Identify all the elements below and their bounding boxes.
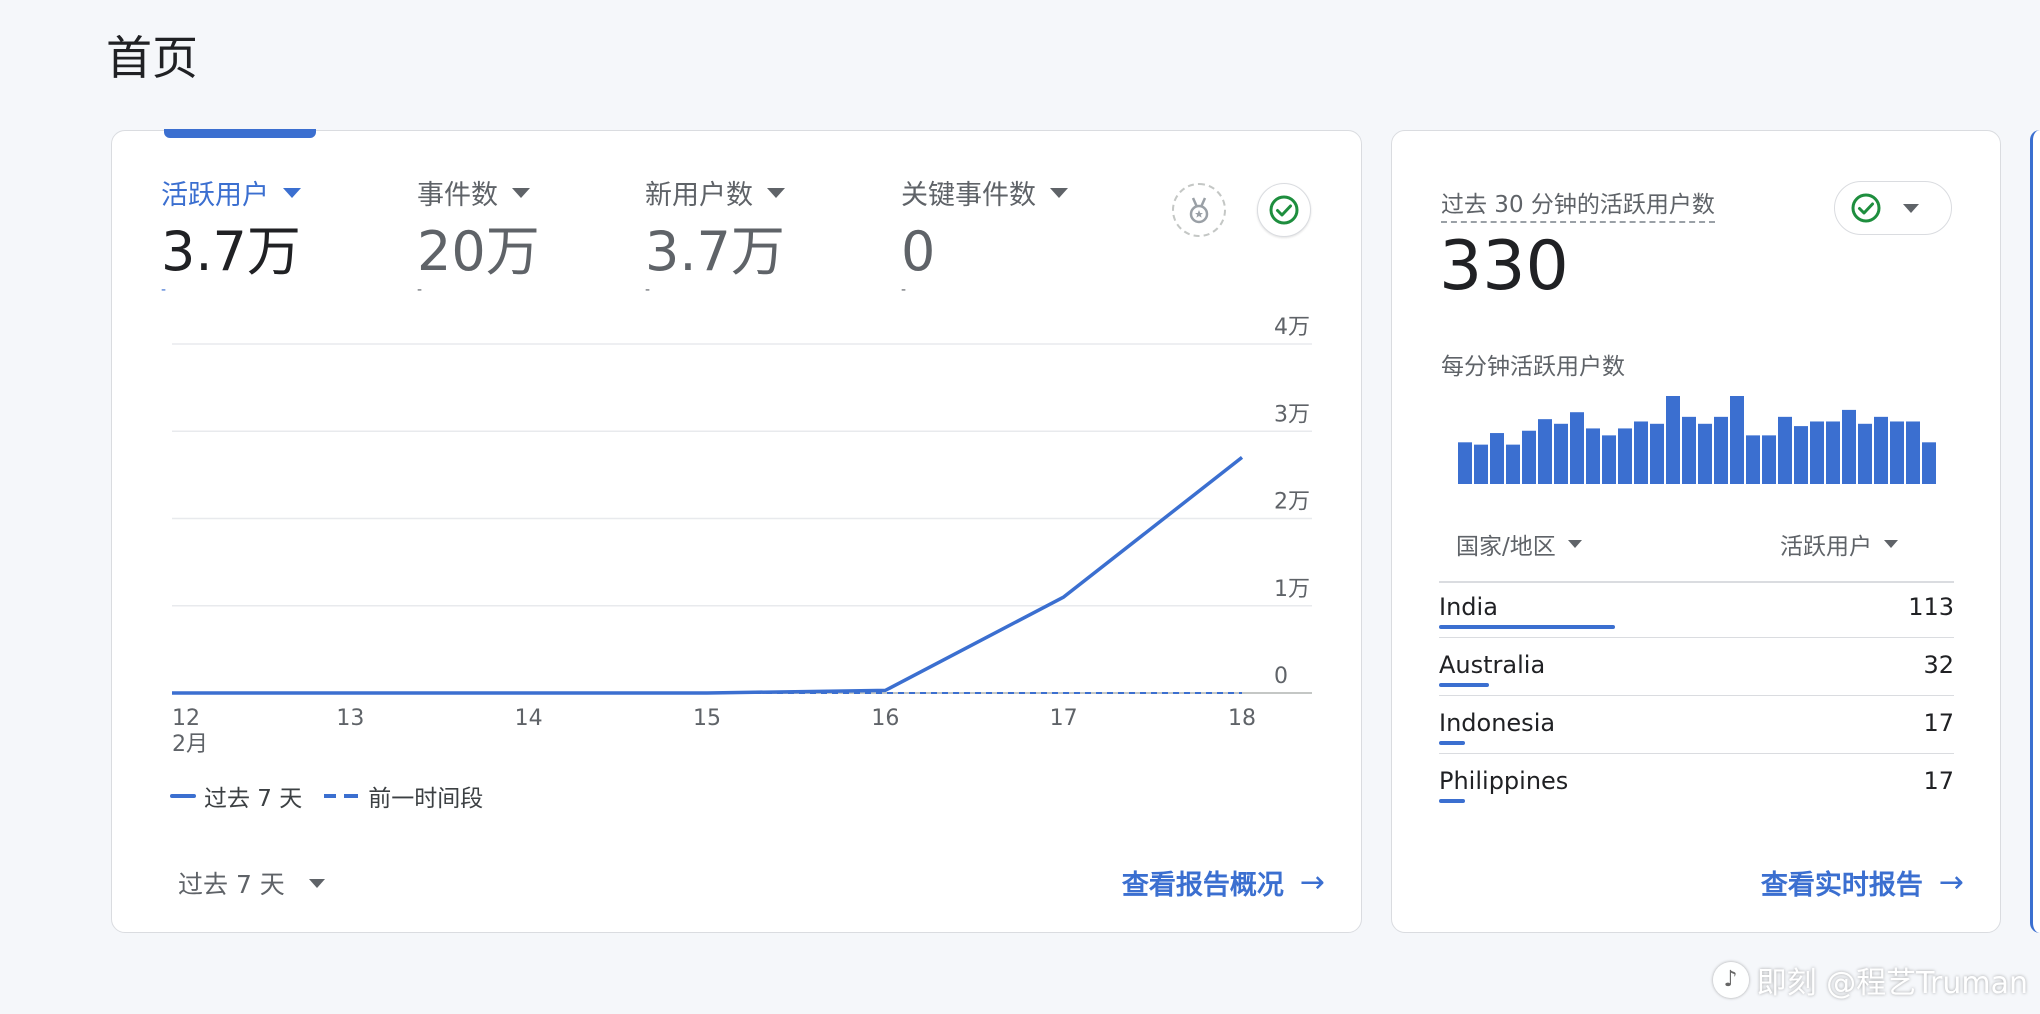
- per-minute-bar: [1858, 423, 1872, 484]
- country-name: India: [1439, 593, 1498, 621]
- per-minute-bar: [1890, 421, 1904, 484]
- per-minute-bar: [1490, 433, 1504, 484]
- legend-label-current: 过去 7 天: [204, 786, 303, 812]
- user-count: 17: [1923, 767, 1954, 795]
- y-tick-label: 2万: [1274, 490, 1310, 515]
- column-header-label: 活跃用户: [1780, 534, 1872, 560]
- share-bar: [1439, 741, 1466, 745]
- share-bar: [1439, 625, 1615, 629]
- per-minute-bar: [1842, 409, 1856, 484]
- x-tick-label: 16: [871, 706, 899, 731]
- arrow-right-icon: →: [1938, 865, 1964, 900]
- caret-down-icon: [1567, 540, 1582, 548]
- per-minute-bar: [1602, 435, 1616, 484]
- table-row: India 113: [1439, 581, 1954, 639]
- share-bar: [1439, 799, 1466, 803]
- per-minute-bar: [1618, 428, 1632, 484]
- per-minute-bar: [1586, 428, 1600, 484]
- table-row: Australia 32: [1439, 639, 1954, 697]
- legend-swatch-current: [170, 794, 196, 798]
- caret-down-icon: [1884, 540, 1898, 548]
- per-minute-bar: [1794, 426, 1808, 484]
- per-minute-bar: [1554, 423, 1568, 484]
- per-minute-bar: [1522, 430, 1536, 484]
- next-card-edge: [2030, 130, 2040, 933]
- x-tick-label: 15: [693, 706, 721, 731]
- date-range-select[interactable]: 过去 7 天: [178, 865, 325, 901]
- country-name: Indonesia: [1439, 709, 1556, 737]
- per-minute-bar: [1746, 435, 1760, 484]
- x-tick-label: 17: [1050, 706, 1078, 731]
- per-minute-bar: [1538, 419, 1552, 484]
- per-minute-bar: [1730, 396, 1744, 484]
- x-axis-month-label: 2月: [172, 732, 208, 757]
- page-title: 首页: [106, 31, 198, 85]
- per-minute-bar: [1650, 423, 1664, 484]
- x-tick-label: 12: [172, 706, 200, 731]
- y-tick-label: 3万: [1274, 402, 1310, 427]
- x-tick-label: 14: [515, 706, 543, 731]
- per-minute-bar: [1666, 396, 1680, 484]
- per-minute-bar: [1778, 416, 1792, 484]
- user-count: 113: [1908, 593, 1954, 621]
- per-minute-bar: [1458, 442, 1472, 484]
- y-tick-label: 0: [1274, 664, 1288, 689]
- link-label: 查看实时报告: [1760, 870, 1923, 901]
- per-minute-bar: [1874, 416, 1888, 484]
- legend-swatch-previous: [324, 794, 359, 798]
- y-tick-label: 1万: [1274, 577, 1310, 602]
- user-count: 32: [1923, 651, 1954, 679]
- per-minute-bar: [1474, 444, 1488, 484]
- chart-legend: 过去 7 天 前一时间段: [170, 779, 483, 813]
- watermark: ♪ 即刻 @程艺Truman: [1712, 958, 2028, 1002]
- country-name: Australia: [1439, 651, 1546, 679]
- view-realtime-report-link[interactable]: 查看实时报告 →: [1761, 863, 1964, 902]
- per-minute-bar: [1682, 416, 1696, 484]
- per-minute-bar-chart: [1458, 396, 1936, 484]
- arrow-right-icon: →: [1299, 865, 1325, 900]
- column-header-label: 国家/地区: [1456, 534, 1556, 560]
- overview-card: 活跃用户 3.7万 - 事件数 20万 - 新用户数 3.7万 - 关键事件数 …: [111, 129, 1362, 933]
- per-minute-bar: [1698, 423, 1712, 484]
- per-minute-bar: [1506, 444, 1520, 484]
- y-tick-label: 4万: [1274, 315, 1310, 340]
- link-label: 查看报告概况: [1121, 870, 1284, 901]
- view-overview-report-link[interactable]: 查看报告概况 →: [1122, 863, 1325, 902]
- per-minute-bar: [1714, 416, 1728, 484]
- per-minute-bar: [1906, 421, 1920, 484]
- country-name: Philippines: [1439, 767, 1569, 795]
- per-minute-bar: [1810, 421, 1824, 484]
- user-count: 17: [1923, 709, 1954, 737]
- realtime-card: 过去 30 分钟的活跃用户数 330 每分钟活跃用户数 国家/地区 活跃用户 I…: [1391, 130, 2001, 933]
- column-header-active-users[interactable]: 活跃用户: [1780, 527, 1898, 561]
- x-tick-label: 18: [1228, 706, 1256, 731]
- line-chart: 0 1万 2万 3万 4万 12 13 14 15 16 17 18 2月: [172, 315, 1312, 757]
- row-divider: [1439, 753, 1954, 754]
- per-minute-bar: [1826, 421, 1840, 484]
- per-minute-bar: [1762, 435, 1776, 484]
- row-divider: [1439, 637, 1954, 638]
- legend-label-previous: 前一时间段: [368, 786, 484, 812]
- per-minute-bar: [1634, 421, 1648, 484]
- table-row: Indonesia 17: [1439, 697, 1954, 755]
- date-range-value: 过去 7 天: [178, 870, 285, 899]
- per-minute-bar: [1922, 442, 1936, 484]
- series-line-current: [172, 456, 1244, 695]
- table-row: Philippines 17: [1439, 755, 1954, 813]
- column-header-country[interactable]: 国家/地区: [1456, 527, 1582, 561]
- per-minute-bar: [1570, 412, 1584, 484]
- share-bar: [1439, 683, 1489, 687]
- x-tick-label: 13: [336, 706, 364, 731]
- caret-down-icon: [308, 878, 325, 888]
- watermark-logo-icon: ♪: [1712, 962, 1749, 998]
- row-divider: [1439, 695, 1954, 696]
- watermark-text: 即刻 @程艺Truman: [1756, 966, 2028, 1001]
